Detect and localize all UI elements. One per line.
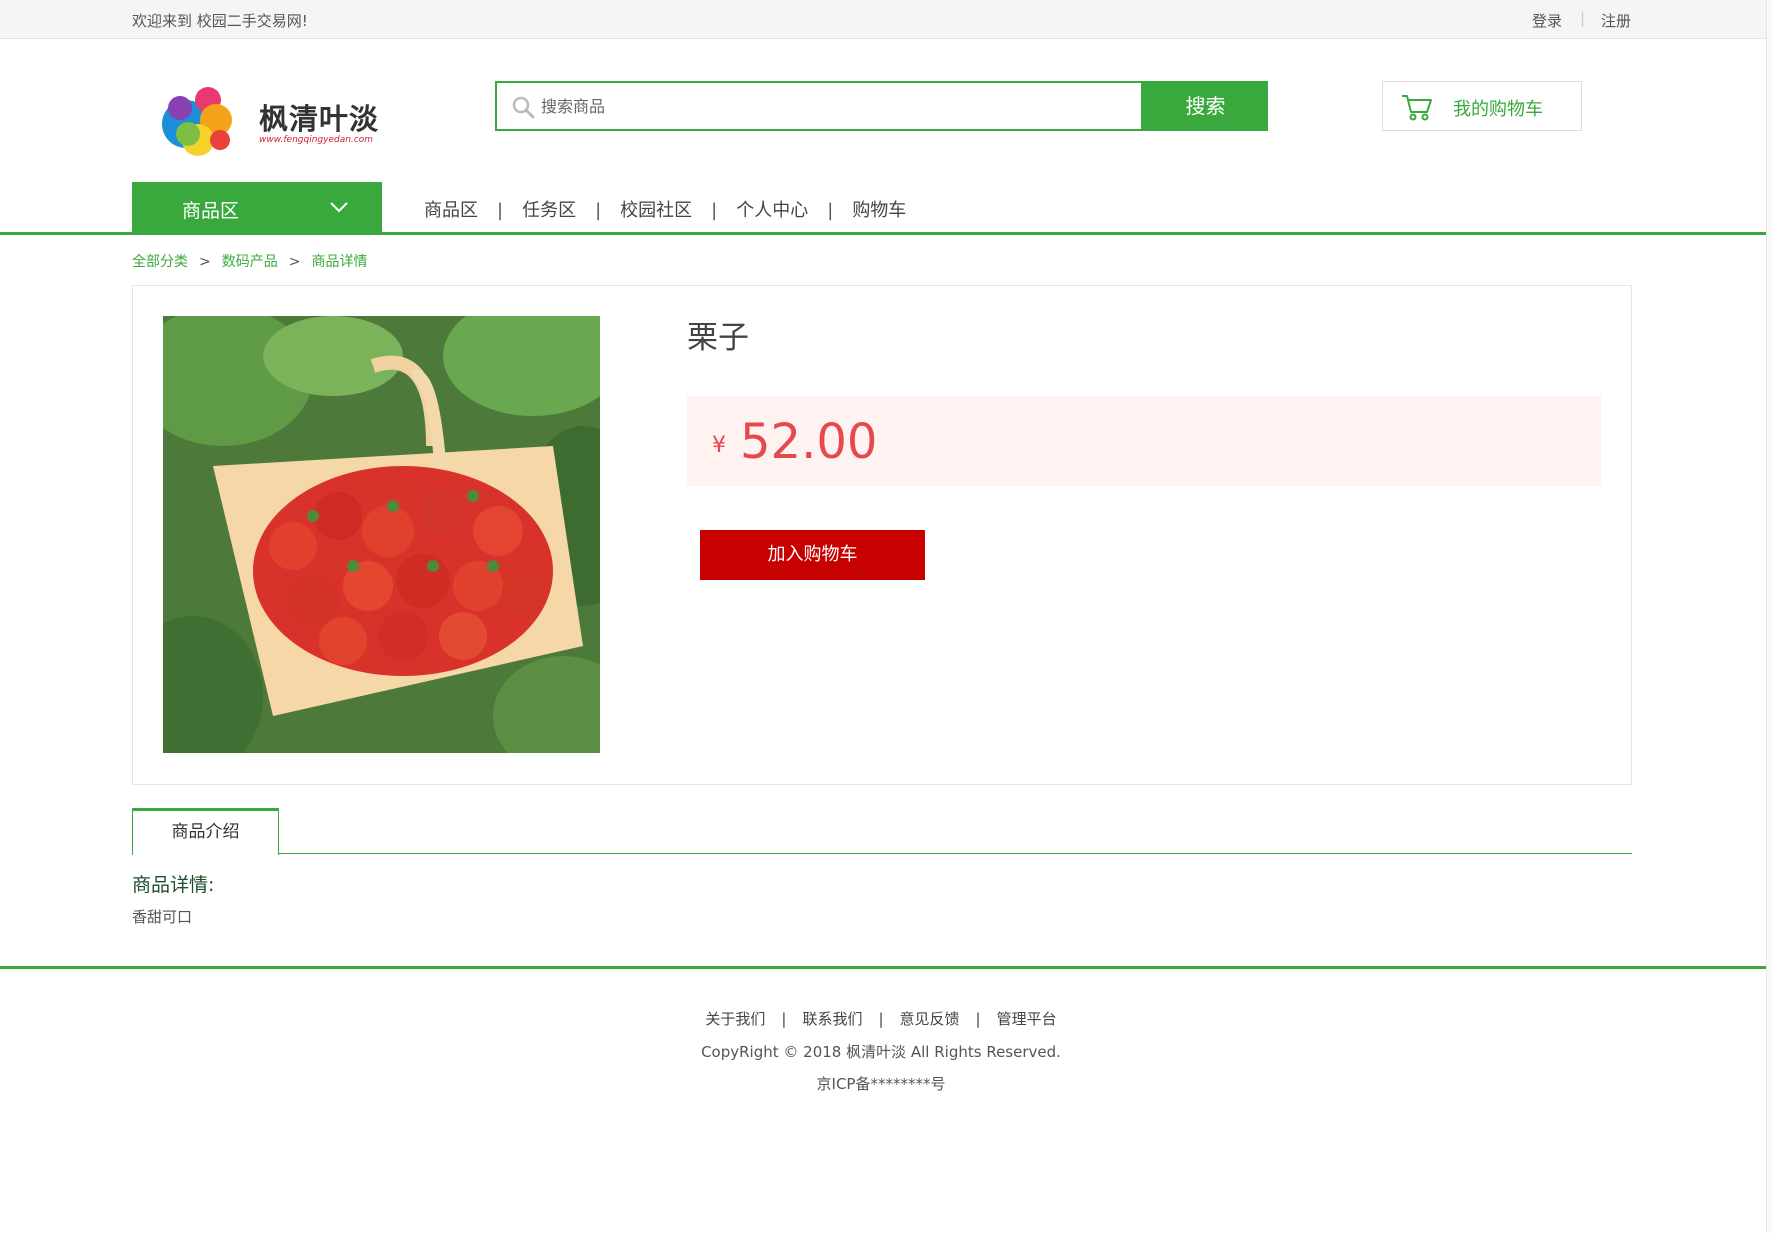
- footer-link-contact[interactable]: 联系我们: [802, 1010, 862, 1028]
- tab-underline: [132, 853, 1632, 854]
- footer-separator: |: [975, 1010, 981, 1028]
- nav-item-community[interactable]: 校园社区: [620, 196, 692, 222]
- shopping-cart-icon: [1402, 95, 1432, 121]
- footer-separator: |: [781, 1010, 787, 1028]
- nav-item-profile[interactable]: 个人中心: [736, 196, 808, 222]
- icp-text: 京ICP备********号: [816, 1075, 946, 1093]
- my-cart-label: 我的购物车: [1453, 99, 1543, 120]
- search-icon: [512, 96, 535, 119]
- nav-separator: |: [827, 200, 834, 221]
- search-input[interactable]: [541, 91, 1121, 121]
- add-to-cart-button[interactable]: 加入购物车: [700, 530, 925, 580]
- category-dropdown-button[interactable]: 商品区: [132, 182, 382, 233]
- footer-link-feedback[interactable]: 意见反馈: [900, 1010, 960, 1028]
- detail-heading: 商品详情:: [132, 874, 215, 896]
- price-box: ¥ 52.00: [687, 396, 1601, 486]
- breadcrumb-arrow: >: [288, 254, 301, 270]
- price-currency: ¥: [712, 433, 726, 458]
- footer-link-about[interactable]: 关于我们: [705, 1010, 765, 1028]
- breadcrumb-all-categories[interactable]: 全部分类: [132, 254, 188, 270]
- my-cart-button[interactable]: 我的购物车: [1382, 81, 1582, 131]
- copyright-text: CopyRight © 2018 枫清叶淡 All Rights Reserve…: [701, 1043, 1061, 1061]
- footer-separator: |: [878, 1010, 884, 1028]
- category-button-label: 商品区: [182, 200, 240, 222]
- product-image: [163, 316, 600, 753]
- detail-description: 香甜可口: [132, 908, 193, 926]
- nav-divider: [0, 232, 1772, 235]
- breadcrumb-product-detail[interactable]: 商品详情: [311, 254, 367, 270]
- breadcrumb-arrow: >: [199, 254, 211, 270]
- topbar-separator: |: [1580, 9, 1586, 27]
- register-link[interactable]: 注册: [1601, 10, 1631, 31]
- product-title: 栗子: [687, 320, 749, 356]
- nav-separator: |: [711, 200, 718, 221]
- scrollbar[interactable]: [1766, 0, 1772, 1233]
- logo-name: 枫清叶淡: [259, 102, 380, 136]
- main-nav: 商品区 | 任务区 | 校园社区 | 个人中心 | 购物车: [424, 196, 906, 222]
- tab-product-intro[interactable]: 商品介绍: [132, 808, 279, 855]
- footer-link-admin[interactable]: 管理平台: [997, 1010, 1057, 1028]
- search-button[interactable]: 搜索: [1143, 81, 1268, 131]
- footer-links: 关于我们 | 联系我们 | 意见反馈 | 管理平台: [0, 1008, 1762, 1029]
- welcome-text: 欢迎来到 校园二手交易网!: [132, 12, 308, 30]
- product-price: 52.00: [740, 414, 878, 470]
- nav-item-goods[interactable]: 商品区: [424, 196, 478, 222]
- nav-item-tasks[interactable]: 任务区: [522, 196, 576, 222]
- chevron-down-icon: [330, 202, 348, 213]
- login-link[interactable]: 登录: [1532, 10, 1562, 31]
- nav-item-cart[interactable]: 购物车: [852, 196, 906, 222]
- footer-divider: [0, 966, 1772, 969]
- logo-url: www.fengqingyedan.com: [259, 135, 373, 145]
- search-box: [495, 81, 1143, 131]
- breadcrumb: 全部分类 > 数码产品 > 商品详情: [132, 251, 367, 271]
- top-bar: 欢迎来到 校园二手交易网! 登录 | 注册: [0, 0, 1772, 39]
- nav-separator: |: [497, 200, 504, 221]
- nav-separator: |: [595, 200, 602, 221]
- breadcrumb-digital[interactable]: 数码产品: [222, 254, 278, 270]
